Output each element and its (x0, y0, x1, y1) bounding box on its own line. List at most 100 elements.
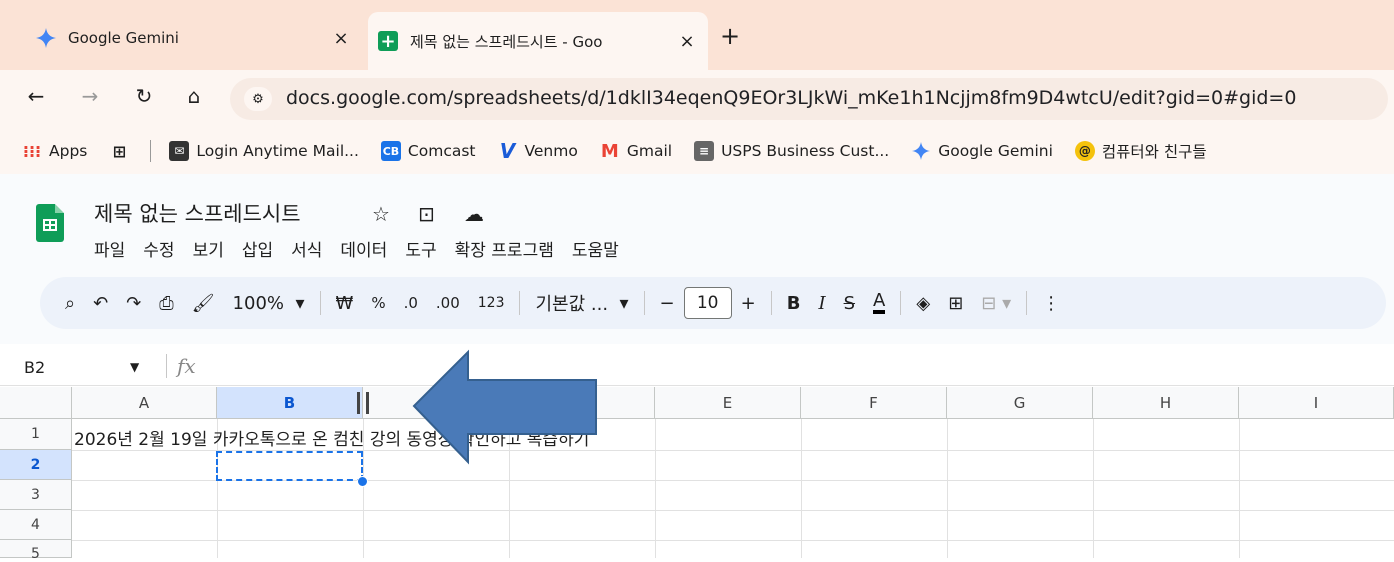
close-tab-icon[interactable]: × (674, 31, 700, 52)
forward-icon[interactable]: → (76, 84, 104, 108)
column-header[interactable]: F (801, 387, 947, 419)
row-header[interactable]: 2 (0, 450, 72, 480)
tab-strip: Google Gemini × + 제목 없는 스프레드시트 - Goo × + (0, 0, 1394, 70)
grid-line (72, 510, 1394, 511)
tab-spreadsheet[interactable]: + 제목 없는 스프레드시트 - Goo × (368, 12, 708, 70)
column-header[interactable]: B (217, 387, 363, 419)
row-header[interactable]: 1 (0, 419, 72, 450)
cloud-status-icon[interactable]: ☁ (464, 202, 484, 226)
bookmark-label: Login Anytime Mail... (196, 142, 359, 160)
menu-bar: 파일 수정 보기 삽입 서식 데이터 도구 확장 프로그램 도움말 (94, 236, 637, 261)
strikethrough-button[interactable]: S (844, 293, 855, 314)
site-settings-icon[interactable]: ⚙ (244, 87, 272, 111)
font-select[interactable]: 기본값 ... ▾ (535, 290, 628, 316)
bookmark-friends[interactable]: @ 컴퓨터와 친구들 (1074, 140, 1207, 162)
menu-file[interactable]: 파일 (94, 236, 125, 261)
increase-font-size-button[interactable]: + (741, 293, 756, 314)
grid-line (1239, 419, 1240, 558)
new-tab-button[interactable]: + (720, 22, 740, 50)
column-header[interactable]: A (72, 387, 217, 419)
selected-cell-b2[interactable] (216, 451, 363, 481)
apps-grid-icon: ⁝⁝⁝ (22, 141, 42, 161)
decrease-font-size-button[interactable]: − (660, 293, 675, 314)
menu-insert[interactable]: 삽입 (242, 236, 273, 261)
bookmark-label: 컴퓨터와 친구들 (1101, 143, 1207, 161)
percent-format-button[interactable]: % (371, 294, 385, 312)
more-options-icon[interactable]: ⋮ (1042, 293, 1060, 314)
bookmark-apps[interactable]: ⁝⁝⁝ Apps (22, 141, 87, 161)
home-icon[interactable]: ⌂ (180, 84, 208, 108)
undo-icon[interactable]: ↶ (93, 293, 108, 314)
menu-format[interactable]: 서식 (291, 236, 322, 261)
bookmark-gmail[interactable]: M Gmail (600, 140, 673, 162)
usps-icon: ≡ (694, 141, 715, 161)
menu-data[interactable]: 데이터 (340, 236, 387, 261)
bookmark-usps[interactable]: ≡ USPS Business Cust... (694, 141, 889, 161)
bookmark-comcast[interactable]: CB Comcast (380, 141, 476, 161)
chevron-down-icon[interactable]: ▼ (130, 360, 139, 374)
move-folder-icon[interactable]: ⊡ (418, 202, 435, 226)
font-size-input[interactable]: 10 (683, 287, 732, 319)
bookmark-gemini[interactable]: Google Gemini (911, 141, 1053, 161)
row-header[interactable]: 4 (0, 510, 72, 540)
search-menus-icon[interactable]: ⌕ (65, 293, 75, 314)
reload-icon[interactable]: ↻ (130, 84, 158, 108)
toolbar-separator (319, 291, 321, 315)
url-text[interactable]: docs.google.com/spreadsheets/d/1dklI34eq… (286, 87, 1296, 109)
bookmark-label: Comcast (407, 142, 476, 160)
venmo-icon: V (499, 139, 516, 163)
bookmark-venmo[interactable]: V Venmo (498, 139, 578, 163)
column-header[interactable]: I (1239, 387, 1394, 419)
spreadsheet-grid[interactable]: A B C D E F G H I 1 2 3 4 5 2026년 2월 19일… (0, 387, 1394, 562)
grid-line (1093, 419, 1094, 558)
document-title[interactable]: 제목 없는 스프레드시트 (94, 198, 301, 228)
bookmark-tab-groups[interactable]: ⊞ (109, 141, 136, 161)
column-header[interactable]: E (655, 387, 801, 419)
name-box[interactable]: B2 (24, 358, 45, 377)
tab-google-gemini[interactable]: Google Gemini × (22, 14, 362, 62)
star-icon[interactable]: ☆ (372, 202, 390, 226)
row-header[interactable]: 3 (0, 480, 72, 510)
decrease-decimal-button[interactable]: .0 (404, 294, 418, 312)
sheets-logo-icon[interactable] (36, 204, 64, 242)
merge-cells-icon[interactable]: ⊟ ▾ (981, 293, 1011, 314)
tab-title: 제목 없는 스프레드시트 - Goo (410, 32, 603, 51)
grid-line (801, 419, 802, 558)
paint-format-icon[interactable]: 🖌︎ (192, 293, 215, 314)
borders-icon[interactable]: ⊞ (948, 293, 963, 314)
menu-extensions[interactable]: 확장 프로그램 (455, 236, 554, 261)
column-resize-handle[interactable] (357, 392, 369, 414)
bookmark-label: Gmail (626, 142, 673, 160)
italic-button[interactable]: I (818, 293, 825, 314)
toolbar-separator (1026, 291, 1028, 315)
menu-view[interactable]: 보기 (193, 236, 224, 261)
column-header[interactable]: G (947, 387, 1093, 419)
bold-button[interactable]: B (787, 293, 801, 314)
zoom-select[interactable]: 100% ▾ (233, 293, 305, 314)
select-all-corner[interactable] (0, 387, 72, 419)
increase-decimal-button[interactable]: .00 (436, 294, 460, 312)
close-tab-icon[interactable]: × (328, 28, 354, 49)
back-icon[interactable]: ← (22, 84, 50, 108)
toolbar-separator (643, 291, 645, 315)
menu-edit[interactable]: 수정 (143, 236, 174, 261)
fill-handle[interactable] (357, 476, 368, 487)
print-icon[interactable]: ⎙ (159, 293, 173, 314)
row-header[interactable]: 5 (0, 540, 72, 562)
more-formats-button[interactable]: 123 (478, 295, 505, 311)
menu-help[interactable]: 도움말 (572, 236, 619, 261)
mail-icon: ✉ (169, 141, 190, 161)
redo-icon[interactable]: ↷ (126, 293, 141, 314)
fx-icon: fx (166, 354, 196, 378)
menu-tools[interactable]: 도구 (405, 236, 436, 261)
currency-format-button[interactable]: ₩ (336, 293, 354, 314)
gmail-icon: M (600, 140, 619, 162)
grid-line (72, 540, 1394, 541)
text-color-button[interactable]: A (873, 292, 886, 314)
grid-line (655, 419, 656, 558)
bookmark-login-mail[interactable]: ✉ Login Anytime Mail... (169, 141, 359, 161)
toolbar-separator (770, 291, 772, 315)
column-header[interactable]: H (1093, 387, 1239, 419)
fill-color-icon[interactable]: ◈ (916, 293, 930, 314)
address-bar[interactable]: ⚙ docs.google.com/spreadsheets/d/1dklI34… (230, 78, 1388, 120)
